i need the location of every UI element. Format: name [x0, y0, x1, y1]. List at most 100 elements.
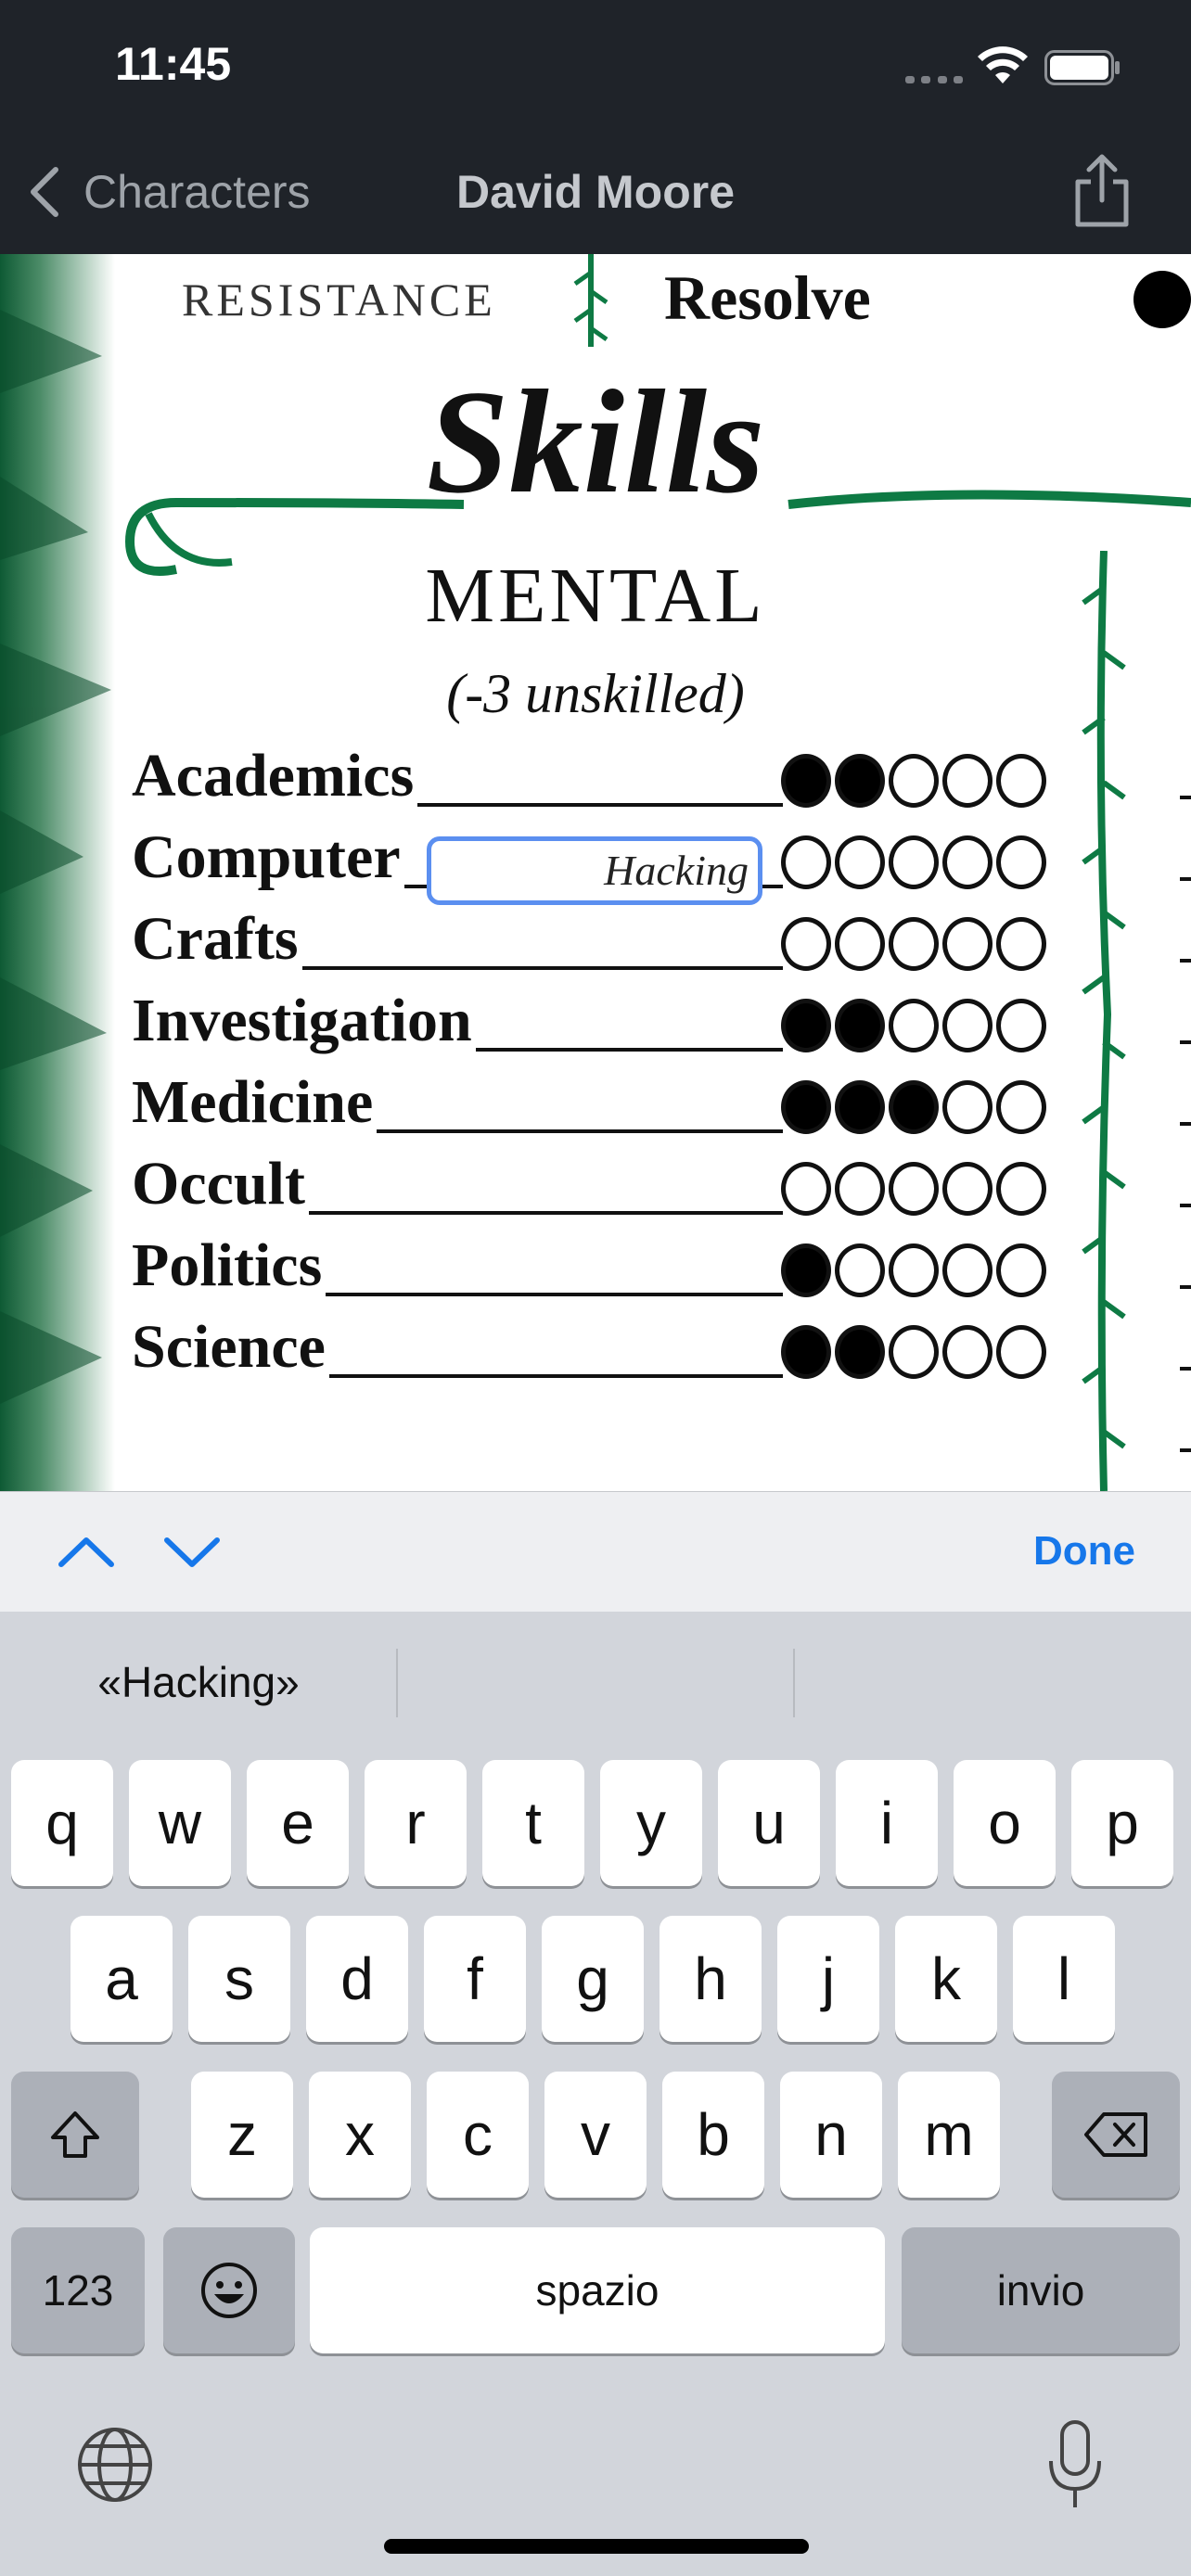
key-p[interactable]: p — [1071, 1760, 1173, 1886]
rating-dot-empty[interactable] — [942, 1162, 992, 1216]
rating-dot-empty[interactable] — [889, 1325, 939, 1379]
key-d[interactable]: d — [306, 1916, 408, 2042]
rating-dot-empty[interactable] — [942, 754, 992, 808]
resolve-dot[interactable] — [1133, 271, 1191, 328]
rating-dot-filled[interactable] — [835, 999, 885, 1052]
key-j[interactable]: j — [777, 1916, 879, 2042]
rating-dot-empty[interactable] — [835, 835, 885, 889]
skill-row[interactable]: Investigation — [132, 981, 1059, 1063]
rating-dot-empty[interactable] — [889, 1243, 939, 1297]
rating-dot-empty[interactable] — [889, 1162, 939, 1216]
rating-dot-empty[interactable] — [889, 835, 939, 889]
rating-dot-empty[interactable] — [996, 1162, 1046, 1216]
key-m[interactable]: m — [898, 2072, 1000, 2198]
skill-row[interactable]: Occult — [132, 1144, 1059, 1226]
rating-dot-empty[interactable] — [996, 1080, 1046, 1134]
rating-dot-filled[interactable] — [781, 754, 831, 808]
key-c[interactable]: c — [427, 2072, 529, 2198]
rating-dot-empty[interactable] — [781, 917, 831, 971]
rating-dot-empty[interactable] — [996, 835, 1046, 889]
rating-dot-empty[interactable] — [835, 1162, 885, 1216]
skill-rating-dots — [781, 1322, 1046, 1382]
key-g[interactable]: g — [542, 1916, 644, 2042]
skill-rating-dots — [781, 751, 1046, 810]
key-i[interactable]: i — [836, 1760, 938, 1886]
rating-dot-filled[interactable] — [835, 754, 885, 808]
key-b[interactable]: b — [662, 2072, 764, 2198]
key-o[interactable]: o — [954, 1760, 1056, 1886]
suggestion-1[interactable]: «Hacking» — [0, 1645, 397, 1719]
key-y[interactable]: y — [600, 1760, 702, 1886]
key-z[interactable]: z — [191, 2072, 293, 2198]
rating-dot-empty[interactable] — [942, 1080, 992, 1134]
rating-dot-empty[interactable] — [996, 917, 1046, 971]
rating-dot-empty[interactable] — [942, 1325, 992, 1379]
skill-rating-dots — [781, 996, 1046, 1055]
previous-field-chevron-up-icon[interactable] — [54, 1524, 119, 1579]
key-x[interactable]: x — [309, 2072, 411, 2198]
rating-dot-empty[interactable] — [781, 835, 831, 889]
next-field-chevron-down-icon[interactable] — [160, 1524, 224, 1579]
skill-name: Occult — [132, 1154, 309, 1215]
rating-dot-empty[interactable] — [889, 999, 939, 1052]
key-k[interactable]: k — [895, 1916, 997, 2042]
unskilled-penalty-note: (-3 unskilled) — [446, 663, 745, 724]
space-key[interactable]: spazio — [310, 2227, 885, 2353]
key-t[interactable]: t — [482, 1760, 584, 1886]
rating-dot-filled[interactable] — [835, 1325, 885, 1379]
rating-dot-empty[interactable] — [942, 917, 992, 971]
share-icon[interactable] — [1069, 154, 1135, 228]
key-a[interactable]: a — [70, 1916, 173, 2042]
suggestion-2[interactable] — [398, 1645, 795, 1719]
shift-icon — [51, 2111, 99, 2158]
skill-row[interactable]: Medicine — [132, 1063, 1059, 1144]
keyboard: «Hacking» qwertyuiop asdfghjkl zxcvbnm 123… — [0, 1612, 1191, 2576]
skill-row[interactable]: Crafts — [132, 899, 1059, 981]
rating-dot-empty[interactable] — [835, 1243, 885, 1297]
rating-dot-empty[interactable] — [996, 754, 1046, 808]
rating-dot-empty[interactable] — [889, 917, 939, 971]
skill-rating-dots — [781, 914, 1046, 974]
numbers-key[interactable]: 123 — [11, 2227, 145, 2353]
rating-dot-empty[interactable] — [996, 999, 1046, 1052]
rating-dot-empty[interactable] — [996, 1243, 1046, 1297]
rating-dot-filled[interactable] — [781, 1243, 831, 1297]
key-w[interactable]: w — [129, 1760, 231, 1886]
microphone-icon[interactable] — [1044, 2418, 1106, 2511]
key-v[interactable]: v — [544, 2072, 647, 2198]
key-n[interactable]: n — [780, 2072, 882, 2198]
rating-dot-empty[interactable] — [942, 835, 992, 889]
rating-dot-filled[interactable] — [781, 1325, 831, 1379]
key-e[interactable]: e — [247, 1760, 349, 1886]
emoji-key[interactable] — [163, 2227, 295, 2353]
key-r[interactable]: r — [365, 1760, 467, 1886]
delete-key[interactable] — [1052, 2072, 1180, 2198]
skill-row[interactable]: Academics — [132, 736, 1059, 818]
rating-dot-empty[interactable] — [996, 1325, 1046, 1379]
rating-dot-empty[interactable] — [835, 917, 885, 971]
suggestion-3[interactable] — [795, 1645, 1191, 1719]
skill-row[interactable]: Science — [132, 1307, 1059, 1389]
rating-dot-empty[interactable] — [942, 1243, 992, 1297]
rating-dot-empty[interactable] — [781, 1162, 831, 1216]
rating-dot-empty[interactable] — [942, 999, 992, 1052]
rating-dot-filled[interactable] — [889, 1080, 939, 1134]
key-f[interactable]: f — [424, 1916, 526, 2042]
rating-dot-empty[interactable] — [889, 754, 939, 808]
key-l[interactable]: l — [1013, 1916, 1115, 2042]
rating-dot-filled[interactable] — [781, 999, 831, 1052]
return-key[interactable]: invio — [902, 2227, 1180, 2353]
skill-row[interactable]: Politics — [132, 1226, 1059, 1307]
key-u[interactable]: u — [718, 1760, 820, 1886]
key-s[interactable]: s — [188, 1916, 290, 2042]
shift-key[interactable] — [11, 2072, 139, 2198]
character-sheet[interactable]: RESISTANCE Resolve Skills MENTAL (-3 uns… — [0, 254, 1191, 1491]
back-button[interactable]: Characters — [28, 159, 311, 224]
key-q[interactable]: q — [11, 1760, 113, 1886]
rating-dot-filled[interactable] — [781, 1080, 831, 1134]
key-h[interactable]: h — [660, 1916, 762, 2042]
rating-dot-filled[interactable] — [835, 1080, 885, 1134]
globe-icon[interactable] — [76, 2426, 154, 2504]
computer-specialty-input[interactable]: Hacking — [427, 836, 762, 905]
done-button[interactable]: Done — [1033, 1524, 1135, 1579]
